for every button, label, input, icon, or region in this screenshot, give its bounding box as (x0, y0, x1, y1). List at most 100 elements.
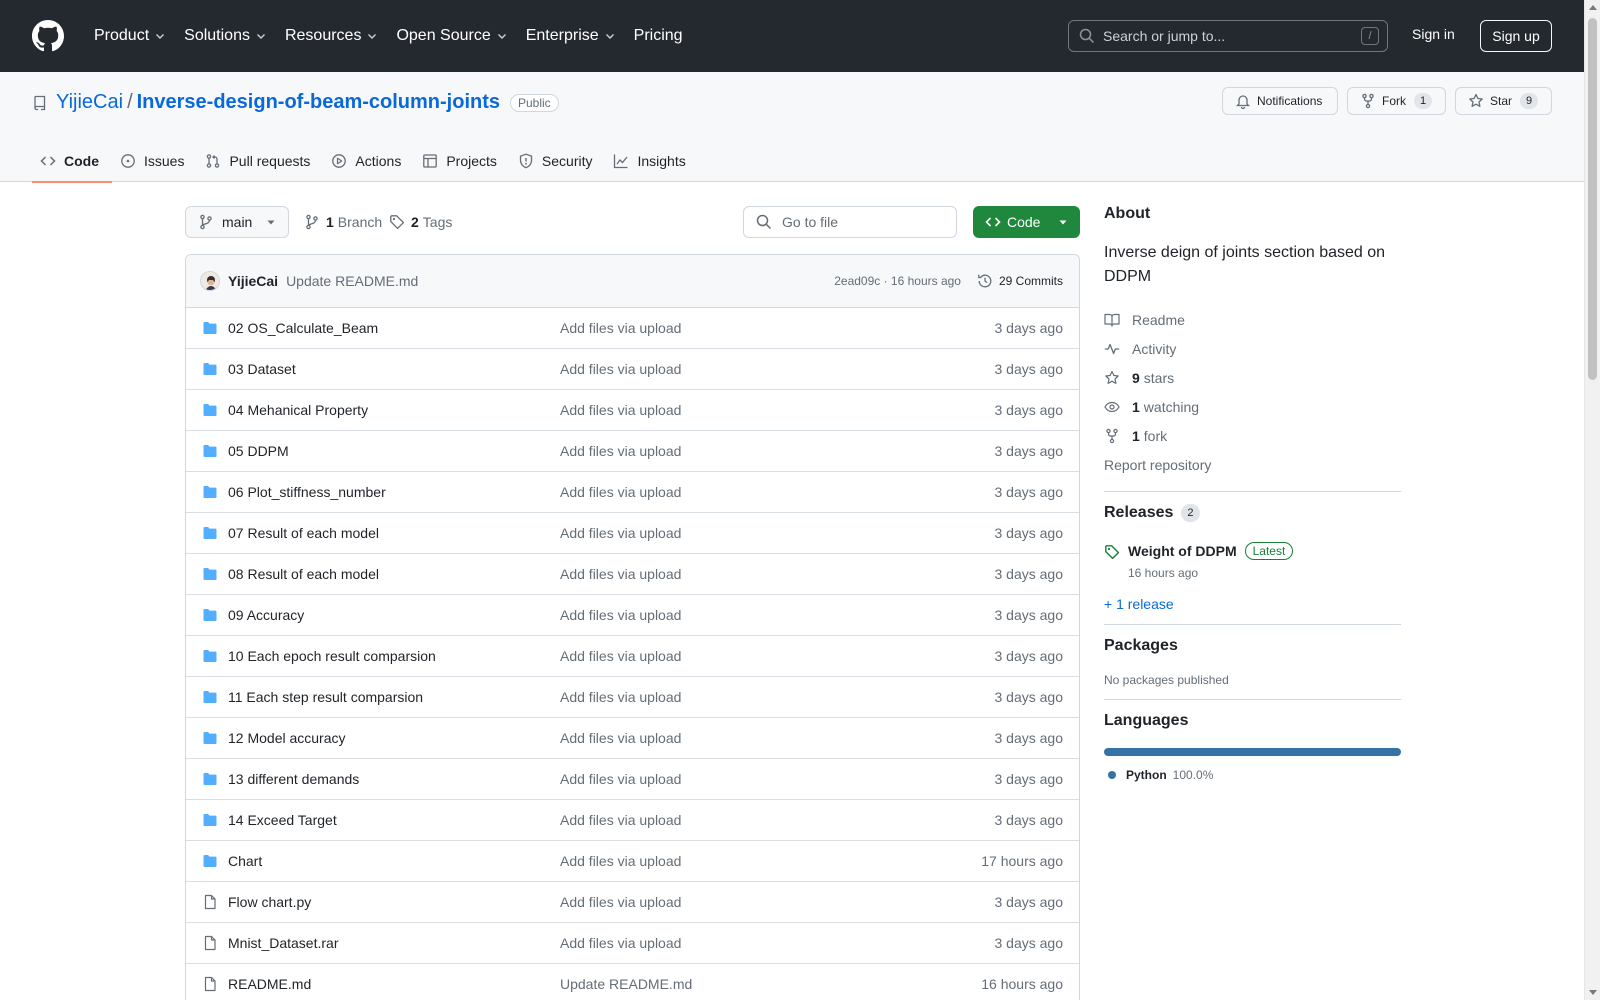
nav-resources[interactable]: Resources (277, 20, 386, 52)
table-row[interactable]: Flow chart.py Add files via upload 3 days … (186, 882, 1079, 923)
file-commit-message-link[interactable]: Add files via upload (560, 935, 995, 951)
fork-button[interactable]: Fork 1 (1347, 87, 1446, 115)
file-name-link[interactable]: 13 different demands (228, 771, 560, 787)
more-releases-link[interactable]: + 1 release (1104, 596, 1401, 612)
tab-projects[interactable]: Projects (414, 140, 510, 182)
file-name-link[interactable]: 14 Exceed Target (228, 812, 560, 828)
file-name-link[interactable]: 09 Accuracy (228, 607, 560, 623)
table-row[interactable]: 08 Result of each model Add files via upl… (186, 554, 1079, 595)
forks-link[interactable]: 1 fork (1104, 421, 1401, 450)
file-commit-message-link[interactable]: Add files via upload (560, 525, 995, 541)
table-row[interactable]: 13 different demands Add files via upload… (186, 759, 1079, 800)
file-name-link[interactable]: README.md (228, 976, 560, 992)
code-dropdown-button[interactable]: Code (973, 206, 1080, 238)
table-row[interactable]: 12 Model accuracy Add files via upload 3 d… (186, 718, 1079, 759)
branch-icon (304, 214, 320, 230)
branches-link[interactable]: 1 Branch (304, 214, 382, 230)
commit-hash-time[interactable]: 2ead09c · 16 hours ago (834, 274, 961, 288)
file-name-link[interactable]: Flow chart.py (228, 894, 560, 910)
table-row[interactable]: 05 DDPM Add files via upload 3 days ago (186, 431, 1079, 472)
file-commit-message-link[interactable]: Add files via upload (560, 648, 995, 664)
repo-owner-link[interactable]: YijieCai (56, 91, 123, 114)
page-scrollbar[interactable] (1584, 0, 1600, 1000)
packages-heading[interactable]: Packages (1104, 637, 1401, 655)
nav-enterprise[interactable]: Enterprise (518, 20, 624, 52)
tab-actions[interactable]: Actions (323, 140, 414, 182)
file-name-link[interactable]: 03 Dataset (228, 361, 560, 377)
file-name-link[interactable]: Chart (228, 853, 560, 869)
scrollbar-thumb[interactable] (1588, 18, 1597, 380)
table-row[interactable]: Chart Add files via upload 17 hours ago (186, 841, 1079, 882)
commit-author-link[interactable]: YijieCai (228, 273, 278, 289)
scroll-down-arrow-icon[interactable] (1589, 990, 1597, 995)
notifications-button[interactable]: Notifications (1222, 87, 1338, 115)
language-item[interactable]: Python 100.0% (1104, 768, 1401, 782)
folder-icon (202, 730, 218, 746)
file-name-link[interactable]: 02 OS_Calculate_Beam (228, 320, 560, 336)
global-search-input[interactable]: Search or jump to... / (1068, 20, 1388, 52)
latest-release[interactable]: Weight of DDPM Latest 16 hours ago (1104, 542, 1401, 580)
nav-pricing[interactable]: Pricing (626, 20, 691, 52)
branch-selector[interactable]: main (185, 206, 289, 238)
file-commit-message-link[interactable]: Add files via upload (560, 402, 995, 418)
nav-solutions[interactable]: Solutions (176, 20, 275, 52)
file-name-link[interactable]: 11 Each step result comparsion (228, 689, 560, 705)
stars-link[interactable]: 9 stars (1104, 363, 1401, 392)
file-commit-message-link[interactable]: Add files via upload (560, 771, 995, 787)
file-commit-message-link[interactable]: Add files via upload (560, 853, 981, 869)
commits-history-link[interactable]: 29 Commits (977, 273, 1063, 289)
file-name-link[interactable]: 12 Model accuracy (228, 730, 560, 746)
sign-up-button[interactable]: Sign up (1480, 20, 1552, 52)
tab-code[interactable]: Code (32, 140, 112, 183)
file-name-link[interactable]: 10 Each epoch result comparsion (228, 648, 560, 664)
avatar[interactable] (200, 271, 220, 291)
table-row[interactable]: 11 Each step result comparsion Add files … (186, 677, 1079, 718)
file-commit-message-link[interactable]: Add files via upload (560, 566, 995, 582)
tab-security[interactable]: Security (510, 140, 606, 182)
tab-insights[interactable]: Insights (605, 140, 698, 182)
file-name-link[interactable]: 07 Result of each model (228, 525, 560, 541)
tab-issues[interactable]: Issues (112, 140, 197, 182)
file-commit-message-link[interactable]: Add files via upload (560, 607, 995, 623)
table-row[interactable]: 02 OS_Calculate_Beam Add files via upload… (186, 308, 1079, 349)
file-name-link[interactable]: 04 Mehanical Property (228, 402, 560, 418)
file-name-link[interactable]: 06 Plot_stiffness_number (228, 484, 560, 500)
report-repository-link[interactable]: Report repository (1104, 450, 1401, 479)
github-logo-icon[interactable] (32, 20, 64, 52)
scroll-up-arrow-icon[interactable] (1589, 5, 1597, 10)
file-commit-message-link[interactable]: Add files via upload (560, 443, 995, 459)
table-row[interactable]: Mnist_Dataset.rar Add files via upload 3 d… (186, 923, 1079, 964)
file-commit-message-link[interactable]: Add files via upload (560, 320, 995, 336)
watchers-link[interactable]: 1 watching (1104, 392, 1401, 421)
nav-product[interactable]: Product (86, 20, 174, 52)
file-commit-message-link[interactable]: Add files via upload (560, 689, 995, 705)
activity-link[interactable]: Activity (1104, 334, 1401, 363)
table-row[interactable]: 09 Accuracy Add files via upload 3 days ag… (186, 595, 1079, 636)
go-to-file-input[interactable]: Go to file (743, 206, 957, 238)
table-row[interactable]: 04 Mehanical Property Add files via uploa… (186, 390, 1079, 431)
file-name-link[interactable]: 05 DDPM (228, 443, 560, 459)
file-commit-message-link[interactable]: Add files via upload (560, 361, 995, 377)
nav-open-source[interactable]: Open Source (388, 20, 515, 52)
file-commit-message-link[interactable]: Add files via upload (560, 812, 995, 828)
file-commit-message-link[interactable]: Add files via upload (560, 484, 995, 500)
tags-link[interactable]: 2 Tags (389, 214, 452, 230)
table-row[interactable]: 14 Exceed Target Add files via upload 3 da… (186, 800, 1079, 841)
commit-message-link[interactable]: Update README.md (286, 273, 834, 289)
releases-heading[interactable]: Releases 2 (1104, 504, 1401, 522)
file-commit-message-link[interactable]: Add files via upload (560, 894, 995, 910)
star-button[interactable]: Star 9 (1455, 87, 1552, 115)
file-commit-message-link[interactable]: Add files via upload (560, 730, 995, 746)
tab-pull-requests[interactable]: Pull requests (197, 140, 323, 182)
readme-link[interactable]: Readme (1104, 305, 1401, 334)
sign-in-link[interactable]: Sign in (1412, 26, 1455, 42)
table-row[interactable]: 03 Dataset Add files via upload 3 days ago (186, 349, 1079, 390)
file-name-link[interactable]: 08 Result of each model (228, 566, 560, 582)
repo-name-link[interactable]: Inverse-design-of-beam-column-joints (137, 91, 500, 114)
table-row[interactable]: 10 Each epoch result comparsion Add files… (186, 636, 1079, 677)
table-row[interactable]: 06 Plot_stiffness_number Add files via up… (186, 472, 1079, 513)
file-commit-message-link[interactable]: Update README.md (560, 976, 981, 992)
table-row[interactable]: README.md Update README.md 16 hours ago (186, 964, 1079, 1000)
table-row[interactable]: 07 Result of each model Add files via upl… (186, 513, 1079, 554)
file-name-link[interactable]: Mnist_Dataset.rar (228, 935, 560, 951)
